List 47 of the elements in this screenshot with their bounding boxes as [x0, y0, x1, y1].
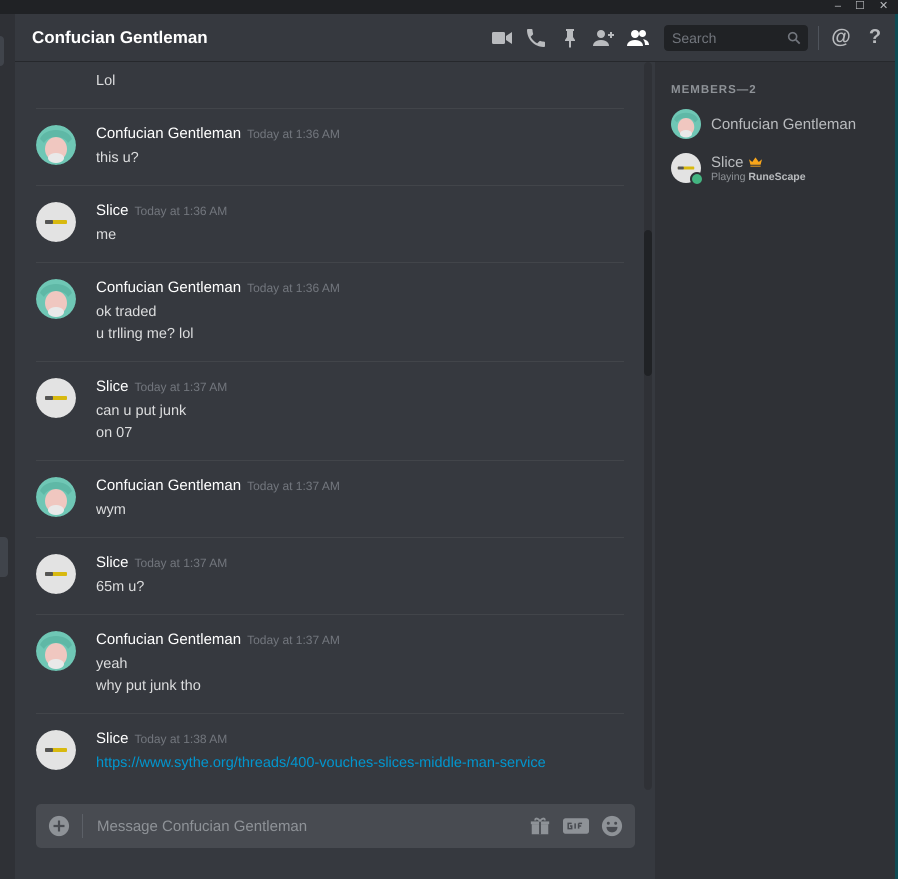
author-name[interactable]: Slice — [96, 554, 129, 571]
author-name[interactable]: Slice — [96, 730, 129, 747]
timestamp: Today at 1:36 AM — [247, 281, 340, 295]
window-control[interactable]: ☐ — [855, 0, 865, 14]
author-name[interactable]: Slice — [96, 378, 129, 395]
gif-icon[interactable] — [563, 815, 589, 837]
activity-text: Playing RuneScape — [711, 170, 806, 182]
member-item[interactable]: Slice Playing RuneScape — [655, 146, 895, 190]
timestamp: Today at 1:37 AM — [134, 380, 228, 394]
author-name[interactable]: Confucian Gentleman — [96, 477, 242, 494]
timestamp: Today at 1:37 AM — [247, 479, 340, 493]
message-text: 65m u? — [96, 578, 146, 597]
message-text: Lol — [96, 72, 116, 91]
message-composer[interactable]: Message Confucian Gentleman — [36, 804, 635, 848]
help-button[interactable]: ? — [863, 26, 887, 49]
message-text: me — [96, 226, 118, 245]
gift-icon[interactable] — [529, 815, 551, 837]
timestamp: Today at 1:37 AM — [247, 633, 340, 647]
search-icon — [786, 30, 802, 46]
author-name[interactable]: Confucian Gentleman — [96, 125, 242, 142]
message-text: ok traded — [96, 303, 158, 322]
author-name[interactable]: Slice — [96, 202, 129, 219]
window-control[interactable]: – — [834, 0, 841, 14]
mentions-button[interactable]: @ — [829, 26, 853, 49]
window-control[interactable]: ✕ — [879, 0, 888, 14]
author-name[interactable]: Confucian Gentleman — [96, 631, 242, 648]
search-field[interactable]: Search — [664, 24, 808, 50]
message-text: on 07 — [96, 424, 134, 443]
search-input[interactable]: Search — [670, 28, 786, 46]
message-text: yeah — [96, 655, 128, 674]
add-icon[interactable] — [48, 815, 70, 837]
member-item[interactable]: Confucian Gentleman — [655, 102, 895, 146]
timestamp: Today at 1:36 AM — [134, 204, 228, 218]
message-text: why put junk tho — [96, 677, 202, 696]
members-heading: MEMBERS—2 — [670, 84, 758, 98]
timestamp: Today at 1:36 AM — [247, 127, 340, 141]
message-field[interactable]: Message Confucian Gentleman — [95, 816, 517, 836]
author-name[interactable]: Confucian Gentleman — [96, 279, 242, 296]
message-text: u trlling me? lol — [96, 325, 195, 344]
channel-title: Confucian Gentleman — [32, 28, 208, 48]
message-text: this u? — [96, 149, 140, 168]
message-text: can u put junk — [96, 402, 188, 421]
message-text: wym — [96, 501, 127, 520]
timestamp: Today at 1:38 AM — [134, 732, 228, 746]
emoji-icon[interactable] — [601, 815, 623, 837]
scrollbar-thumb[interactable] — [644, 230, 652, 376]
timestamp: Today at 1:37 AM — [134, 556, 228, 570]
